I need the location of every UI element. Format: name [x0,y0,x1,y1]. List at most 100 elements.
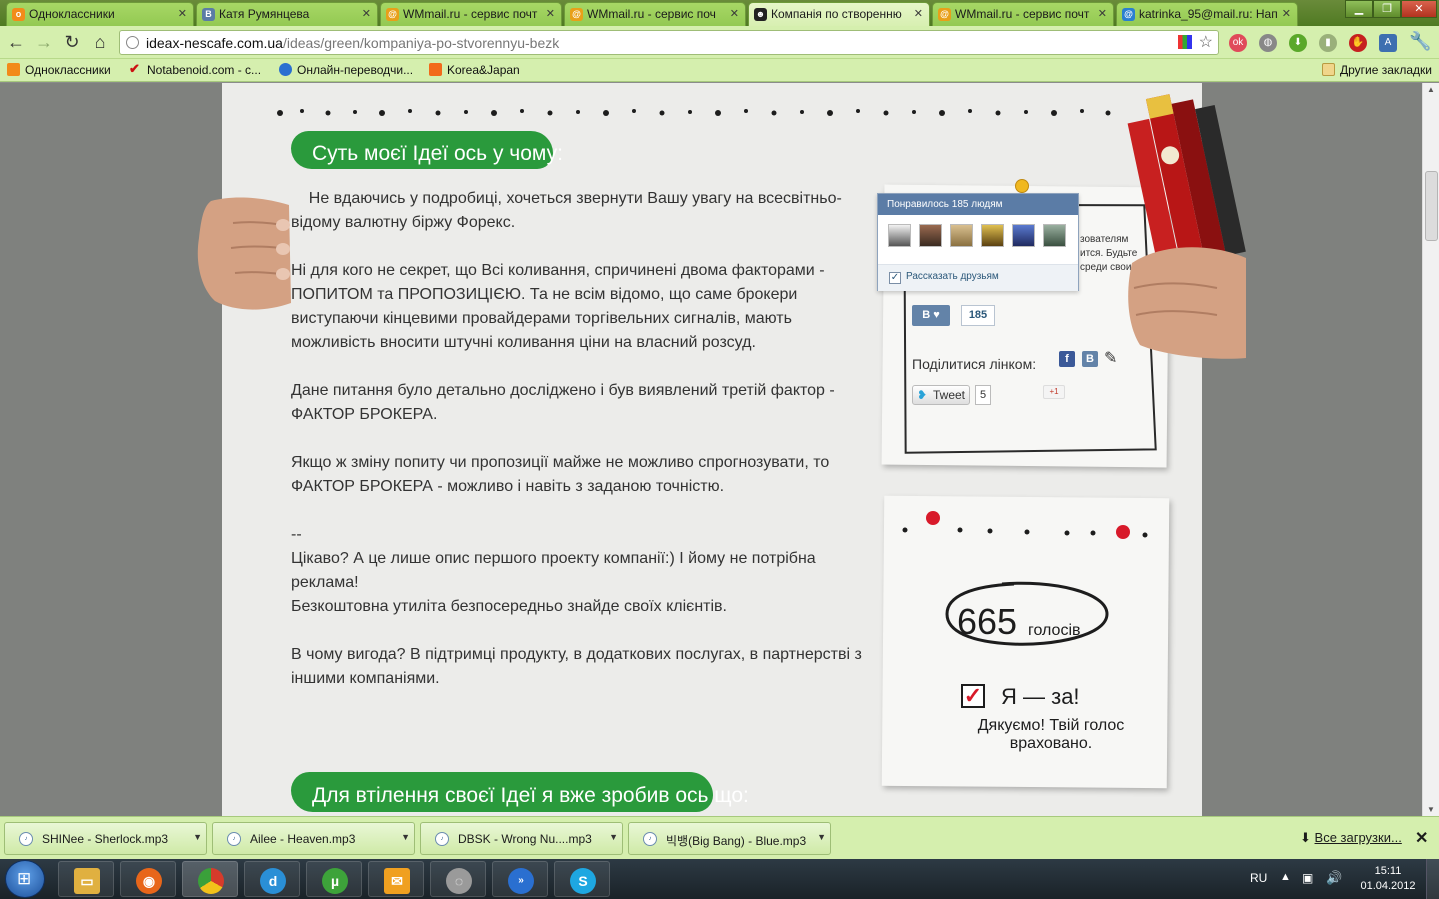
tray-expand-icon[interactable]: ▲ [1280,871,1291,883]
close-icon[interactable]: ✕ [178,7,187,20]
firefox-icon: ◉ [136,868,162,894]
network-icon[interactable]: ▣ [1302,871,1313,885]
pin-yellow-icon [1015,179,1029,193]
avatar[interactable] [919,224,942,247]
dropdown-arrow-icon[interactable]: ▼ [193,832,202,842]
close-shelf-icon[interactable]: ✕ [1415,828,1428,848]
wrench-icon[interactable]: 🔧 [1409,31,1431,53]
url-path: /ideas/green/kompaniya-po-stvorennyu-bez… [282,35,560,51]
home-button[interactable]: ⌂ [89,32,111,54]
other-bookmarks[interactable]: Другие закладки [1322,63,1432,77]
close-icon[interactable]: ✕ [914,7,923,20]
taskbar-skype[interactable]: S [554,861,610,897]
close-icon[interactable]: ✕ [1282,7,1291,20]
all-downloads-link[interactable]: ⬇ Все загрузки... [1300,830,1402,846]
ext-ok-icon[interactable]: ok [1229,34,1247,52]
tab-nescafe-active[interactable]: ☻ Компанія по створенню ✕ [748,2,930,27]
avatar[interactable] [1043,224,1066,247]
close-icon[interactable]: ✕ [362,7,371,20]
article-body: Не вдаючись у подробиці, хочеться зверну… [291,187,866,715]
tab-wmmail-3[interactable]: @ WMmail.ru - сервис почт ✕ [932,2,1114,26]
bookmark-korea-japan[interactable]: Korea&Japan [429,63,520,77]
like-popup-header: Понравилось 185 людям [878,194,1078,215]
extension-flag-icon[interactable] [1178,35,1192,49]
avatar[interactable] [981,224,1004,247]
download-filename: DBSK - Wrong Nu....mp3 [458,832,592,846]
chrome-icon [198,868,224,894]
wmmail-icon: @ [938,8,951,21]
download-item[interactable]: ♪ 빅뱅(Big Bang) - Blue.mp3 ▼ [628,822,831,855]
windows-taskbar: ⊞ ▭ ◉ d µ ✉ ◌ » S RU ▲ ▣ 🔊 15:11 01.04.2… [0,859,1439,899]
wmmail-icon: @ [386,8,399,21]
mp3-file-icon: ♪ [19,832,33,846]
tweet-button[interactable]: ❥ Tweet [912,385,970,405]
checkbox-icon[interactable]: ✓ [889,272,901,284]
close-icon[interactable]: ✕ [546,7,555,20]
scroll-down-icon[interactable]: ▼ [1427,805,1435,814]
forward-button[interactable]: → [33,32,55,54]
tab-odnoklassniki[interactable]: о Одноклассники ✕ [6,2,194,26]
volume-icon[interactable]: 🔊 [1326,870,1342,886]
bookmark-odnoklassniki[interactable]: Одноклассники [7,63,111,77]
tab-vk[interactable]: В Катя Румянцева ✕ [196,2,378,26]
folder-icon [1322,63,1335,76]
bookmark-notabenoid[interactable]: ✔ Notabenoid.com - с... [129,61,261,77]
taskbar-dictionary[interactable]: d [244,861,300,897]
share-link-label: Поділитися лінком: [912,356,1037,372]
taskbar-utorrent[interactable]: µ [306,861,362,897]
download-item[interactable]: ♪ DBSK - Wrong Nu....mp3 ▼ [420,822,623,855]
dropdown-arrow-icon[interactable]: ▼ [401,832,410,842]
address-bar[interactable]: ideax-nescafe.com.ua/ideas/green/kompani… [119,30,1219,55]
facebook-icon[interactable]: f [1059,351,1075,367]
taskbar-mail-agent[interactable]: ✉ [368,861,424,897]
scroll-up-icon[interactable]: ▲ [1427,85,1435,94]
close-icon[interactable]: ✕ [730,7,739,20]
taskbar-explorer[interactable]: ▭ [58,861,114,897]
tab-wmmail-2[interactable]: @ WMmail.ru - сервис поч ✕ [564,2,746,26]
ext-globe-icon[interactable]: ◍ [1259,34,1277,52]
download-arrow-icon: ⬇ [1300,830,1311,845]
back-button[interactable]: ← [5,32,27,54]
tab-wmmail-1[interactable]: @ WMmail.ru - сервис почт ✕ [380,2,562,26]
page-scrollbar[interactable]: ▲ ▼ [1422,83,1439,816]
share-with-friends[interactable]: ✓ Рассказать друзьям [878,264,1078,291]
ext-signal-icon[interactable]: ▮ [1319,34,1337,52]
twitter-bird-icon: ❥ [917,388,928,402]
ext-adblock-icon[interactable]: ✋ [1349,34,1367,52]
maximize-button[interactable]: ❐ [1373,0,1401,18]
reload-button[interactable]: ↻ [61,32,83,54]
dropdown-arrow-icon[interactable]: ▼ [609,832,618,842]
close-window-button[interactable]: ✕ [1401,0,1437,18]
dropdown-arrow-icon[interactable]: ▼ [817,832,826,842]
language-indicator[interactable]: RU [1250,871,1267,885]
tab-label: Компанія по створенню [771,7,902,21]
taskbar-chrome[interactable] [182,861,238,897]
minimize-button[interactable]: ▁ [1345,0,1373,18]
tab-label: katrinka_95@mail.ru: Нап [1139,7,1278,21]
avatar[interactable] [888,224,911,247]
ext-download-icon[interactable]: ⬇ [1289,34,1307,52]
start-button[interactable]: ⊞ [5,860,45,898]
scroll-thumb[interactable] [1425,171,1438,241]
bookmark-translator[interactable]: Онлайн-переводчи... [279,63,413,77]
download-item[interactable]: ♪ SHINee - Sherlock.mp3 ▼ [4,822,207,855]
avatar[interactable] [950,224,973,247]
blogger-icon [429,63,442,76]
clock[interactable]: 15:11 01.04.2012 [1358,864,1418,894]
vk-share-icon[interactable]: В [1082,351,1098,367]
taskbar-media[interactable]: ◌ [430,861,486,897]
ext-translate-icon[interactable]: A [1379,34,1397,52]
taskbar-firefox[interactable]: ◉ [120,861,176,897]
show-desktop-button[interactable] [1426,859,1439,899]
gplus-button[interactable]: +1 [1043,385,1065,399]
tab-mailru[interactable]: @ katrinka_95@mail.ru: Нап ✕ [1116,2,1298,26]
all-downloads-label: Все загрузки... [1314,830,1402,845]
bookmark-star-icon[interactable]: ☆ [1199,32,1213,52]
avatar[interactable] [1012,224,1035,247]
taskbar-rss[interactable]: » [492,861,548,897]
paragraph: Дане питання було детально досліджено і … [291,382,835,423]
vk-like-button[interactable]: В ♥ [912,305,950,326]
pencil-icon[interactable]: ✎ [1104,348,1117,368]
close-icon[interactable]: ✕ [1098,7,1107,20]
download-item[interactable]: ♪ Ailee - Heaven.mp3 ▼ [212,822,415,855]
